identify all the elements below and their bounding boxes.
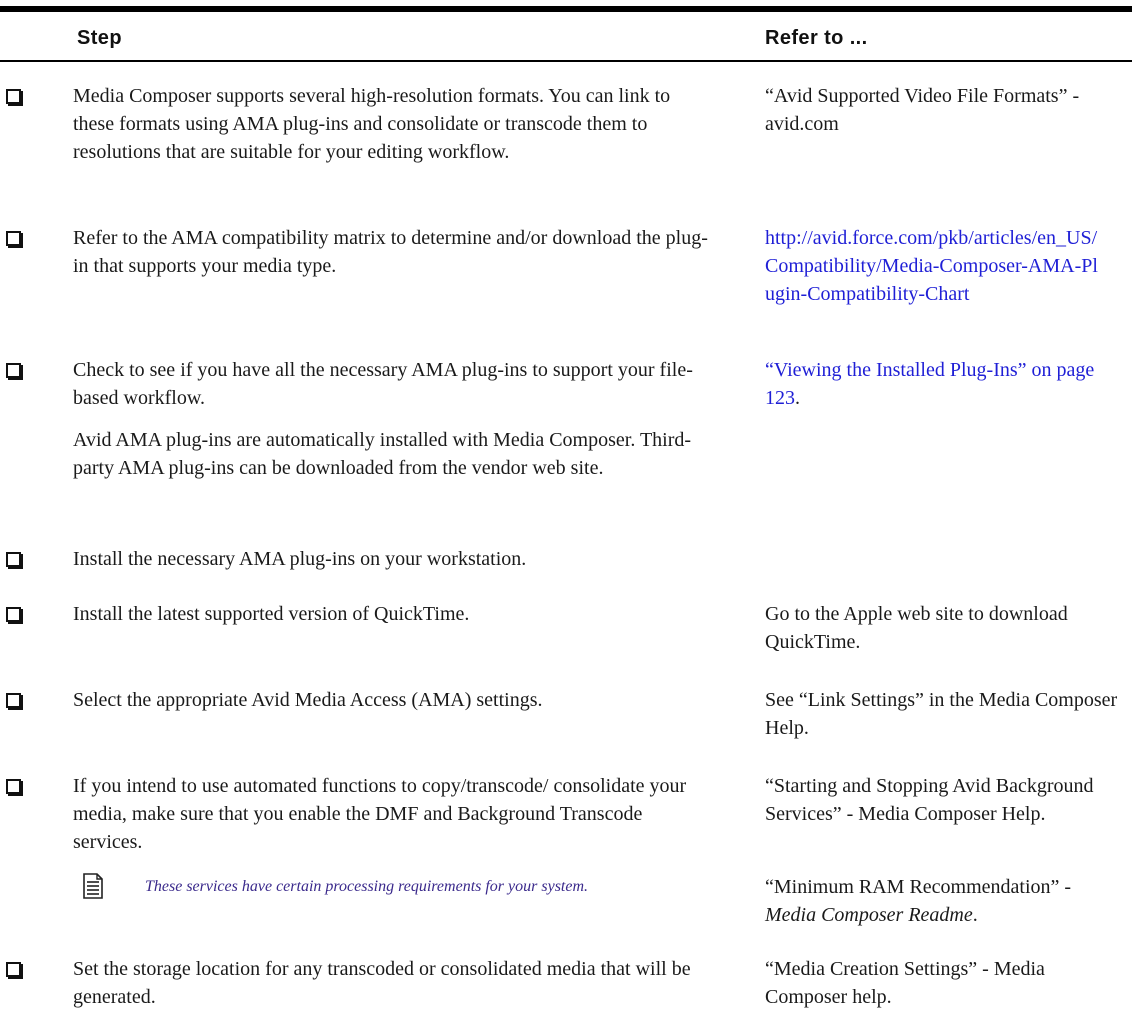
refer-suffix: . [795,387,800,409]
header-rule [0,60,1132,62]
table-header: Step Refer to ... [0,12,1132,62]
step-text: Select the appropriate Avid Media Access… [73,689,543,711]
checkbox-icon[interactable] [6,779,21,794]
note-icon [83,873,103,899]
checkbox-icon[interactable] [6,962,21,977]
step-text: Set the storage location for any transco… [73,958,691,1008]
checkbox-icon[interactable] [6,552,21,567]
checkbox-icon[interactable] [6,363,21,378]
note-refer-text: “Minimum RAM Recommendation” - Media Com… [765,876,1072,926]
checkbox-icon[interactable] [6,89,21,104]
checkbox-icon[interactable] [6,693,21,708]
refer-text: Go to the Apple web site to download Qui… [765,603,1068,653]
viewing-installed-plugins-link[interactable]: “Viewing the Installed Plug-Ins” on page… [765,359,1094,409]
step-column-header: Step [77,27,122,49]
compatibility-matrix-link[interactable]: http://avid.force.com/pkb/articles/en_US… [765,227,1098,305]
step-text: Media Composer supports several high-res… [73,85,671,163]
refer-text: See “Link Settings” in the Media Compose… [765,689,1118,739]
checkbox-icon[interactable] [6,607,21,622]
note-text: These services have certain processing r… [145,878,589,895]
step-text: If you intend to use automated functions… [73,775,687,853]
step-text: Install the necessary AMA plug-ins on yo… [73,548,527,570]
refer-column-header: Refer to ... [765,27,868,49]
refer-text: “Viewing the Installed Plug-Ins” on page… [765,356,1127,412]
refer-text: “Media Creation Settings” - Media Compos… [765,958,1045,1008]
step-extra-text: Avid AMA plug-ins are automatically inst… [73,429,692,479]
refer-link-container: http://avid.force.com/pkb/articles/en_US… [765,224,1105,308]
refer-text: “Avid Supported Video File Formats” - av… [765,85,1080,135]
step-text: Check to see if you have all the necessa… [73,356,713,482]
refer-text: “Starting and Stopping Avid Background S… [765,775,1094,825]
step-text: Refer to the AMA compatibility matrix to… [73,227,708,277]
checkbox-icon[interactable] [6,231,21,246]
step-text: Install the latest supported version of … [73,603,470,625]
